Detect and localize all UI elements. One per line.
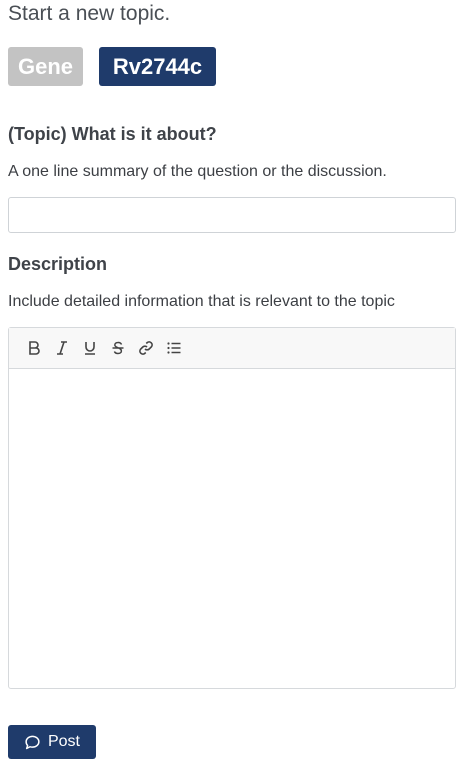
strikethrough-icon[interactable] <box>107 337 129 359</box>
badge-group: Gene Rv2744c <box>8 47 216 86</box>
post-button-label: Post <box>47 733 80 750</box>
editor-text-area[interactable] <box>9 369 455 689</box>
topic-help-text: A one line summary of the question or th… <box>8 163 387 180</box>
description-editor <box>8 327 456 689</box>
bold-icon[interactable] <box>23 337 45 359</box>
underline-icon[interactable] <box>79 337 101 359</box>
post-button[interactable]: Post <box>8 725 96 759</box>
topic-heading: (Topic) What is it about? <box>8 124 217 144</box>
italic-icon[interactable] <box>51 337 73 359</box>
description-help-text: Include detailed information that is rel… <box>8 293 395 310</box>
bullet-list-icon[interactable] <box>163 337 185 359</box>
description-heading: Description <box>8 254 108 274</box>
topic-input[interactable] <box>8 197 456 233</box>
editor-toolbar <box>9 328 455 369</box>
link-icon[interactable] <box>135 337 157 359</box>
gene-badge: Gene <box>8 47 83 86</box>
comment-icon <box>24 734 41 751</box>
page-title: Start a new topic. <box>8 2 171 25</box>
gene-id-badge: Rv2744c <box>99 47 216 86</box>
